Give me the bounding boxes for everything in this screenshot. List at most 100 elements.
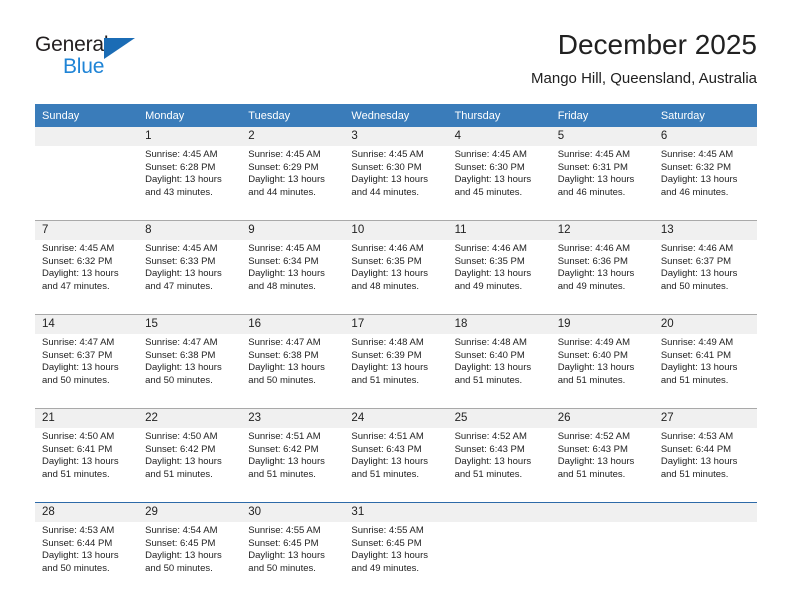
day-number-empty	[35, 127, 139, 146]
day-number-1[interactable]: 1	[138, 127, 242, 146]
day-cell-13[interactable]: Sunrise: 4:46 AM Sunset: 6:37 PM Daylight:…	[653, 240, 757, 314]
day-number-26[interactable]: 26	[550, 409, 654, 428]
sunset-text: Sunset: 6:32 PM	[42, 255, 113, 267]
sunset-text: Sunset: 6:44 PM	[42, 537, 113, 549]
day-number-7[interactable]: 7	[35, 221, 139, 240]
day-number-4[interactable]: 4	[447, 127, 551, 146]
day-cell-10[interactable]: Sunrise: 4:46 AM Sunset: 6:35 PM Daylight:…	[344, 240, 448, 314]
daylight-text-2: and 51 minutes.	[557, 468, 626, 480]
day-number-15[interactable]: 15	[138, 315, 242, 334]
daylight-text-2: and 46 minutes.	[660, 186, 729, 198]
day-number-14[interactable]: 14	[35, 315, 139, 334]
day-cell-27[interactable]: Sunrise: 4:53 AM Sunset: 6:44 PM Daylight:…	[653, 428, 757, 502]
day-number-23[interactable]: 23	[241, 409, 345, 428]
week-daynumber-row: 123456	[35, 127, 757, 146]
day-cell-7[interactable]: Sunrise: 4:45 AM Sunset: 6:32 PM Daylight:…	[35, 240, 139, 314]
day-number-9[interactable]: 9	[241, 221, 345, 240]
sunrise-text: Sunrise: 4:55 AM	[351, 525, 424, 536]
day-number-16[interactable]: 16	[241, 315, 345, 334]
daylight-text-1: Daylight: 13 hours	[42, 362, 119, 374]
daylight-text-1: Daylight: 13 hours	[42, 456, 119, 468]
day-number-12[interactable]: 12	[550, 221, 654, 240]
day-cell-18[interactable]: Sunrise: 4:48 AM Sunset: 6:40 PM Daylight:…	[447, 334, 551, 408]
calendar-body: 1 2 3 4 5 6 Sunrise: 4:45 AM Sunset: 6:28 PM Day…	[35, 127, 757, 596]
sunset-text: Sunset: 6:36 PM	[557, 255, 628, 267]
sunset-text: Sunset: 6:35 PM	[351, 255, 422, 267]
day-cell-23[interactable]: Sunrise: 4:51 AM Sunset: 6:42 PM Daylight:…	[241, 428, 345, 502]
day-cell-3[interactable]: Sunrise: 4:45 AM Sunset: 6:30 PM Daylight:…	[344, 146, 448, 220]
day-cell-8[interactable]: Sunrise: 4:45 AM Sunset: 6:33 PM Daylight:…	[138, 240, 242, 314]
day-cell-24[interactable]: Sunrise: 4:51 AM Sunset: 6:43 PM Daylight:…	[344, 428, 448, 502]
daylight-text-2: and 51 minutes.	[454, 374, 523, 386]
day-number-3[interactable]: 3	[344, 127, 448, 146]
day-number-17[interactable]: 17	[344, 315, 448, 334]
day-cell-21[interactable]: Sunrise: 4:50 AM Sunset: 6:41 PM Daylight:…	[35, 428, 139, 502]
day-number-8[interactable]: 8	[138, 221, 242, 240]
daylight-text-1: Daylight: 13 hours	[145, 456, 222, 468]
day-number-28[interactable]: 28	[35, 503, 139, 522]
day-cell-empty	[447, 522, 551, 596]
day-cell-31[interactable]: Sunrise: 4:55 AM Sunset: 6:45 PM Daylight:…	[344, 522, 448, 596]
day-cell-30[interactable]: Sunrise: 4:55 AM Sunset: 6:45 PM Daylight:…	[241, 522, 345, 596]
day-cell-9[interactable]: Sunrise: 4:45 AM Sunset: 6:34 PM Daylight:…	[241, 240, 345, 314]
day-cell-5[interactable]: Sunrise: 4:45 AM Sunset: 6:31 PM Daylight:…	[550, 146, 654, 220]
day-number-30[interactable]: 30	[241, 503, 345, 522]
day-number-21[interactable]: 21	[35, 409, 139, 428]
day-cell-4[interactable]: Sunrise: 4:45 AM Sunset: 6:30 PM Daylight:…	[447, 146, 551, 220]
day-number-5[interactable]: 5	[550, 127, 654, 146]
daylight-text-1: Daylight: 13 hours	[351, 174, 428, 186]
day-cell-22[interactable]: Sunrise: 4:50 AM Sunset: 6:42 PM Daylight:…	[138, 428, 242, 502]
calendar-container: Sunday Monday Tuesday Wednesday Thursday Frid…	[35, 104, 757, 596]
sunset-text: Sunset: 6:32 PM	[660, 161, 732, 173]
day-cell-17[interactable]: Sunrise: 4:48 AM Sunset: 6:39 PM Daylight:…	[344, 334, 448, 408]
sunset-text: Sunset: 6:34 PM	[248, 255, 319, 267]
day-cell-14[interactable]: Sunrise: 4:47 AM Sunset: 6:37 PM Daylight:…	[35, 334, 139, 408]
day-cell-16[interactable]: Sunrise: 4:47 AM Sunset: 6:38 PM Daylight:…	[241, 334, 345, 408]
day-number-22[interactable]: 22	[138, 409, 242, 428]
daylight-text-1: Daylight: 13 hours	[248, 362, 325, 374]
daylight-text-2: and 51 minutes.	[351, 468, 420, 480]
day-cell-15[interactable]: Sunrise: 4:47 AM Sunset: 6:38 PM Daylight:…	[138, 334, 242, 408]
day-cell-12[interactable]: Sunrise: 4:46 AM Sunset: 6:36 PM Daylight:…	[550, 240, 654, 314]
day-cell-1[interactable]: Sunrise: 4:45 AM Sunset: 6:28 PM Daylight:…	[138, 146, 242, 220]
daylight-text-2: and 50 minutes.	[145, 562, 213, 574]
sunrise-text: Sunrise: 4:45 AM	[248, 149, 321, 160]
daylight-text-1: Daylight: 13 hours	[557, 268, 635, 280]
sunset-text: Sunset: 6:42 PM	[145, 443, 216, 455]
day-number-29[interactable]: 29	[138, 503, 242, 522]
day-cell-25[interactable]: Sunrise: 4:52 AM Sunset: 6:43 PM Daylight:…	[447, 428, 551, 502]
day-cell-28[interactable]: Sunrise: 4:53 AM Sunset: 6:44 PM Daylight:…	[35, 522, 139, 596]
daylight-text-1: Daylight: 13 hours	[351, 550, 428, 562]
day-number-10[interactable]: 10	[344, 221, 448, 240]
day-number-25[interactable]: 25	[447, 409, 551, 428]
daylight-text-2: and 50 minutes.	[42, 374, 110, 386]
day-number-24[interactable]: 24	[344, 409, 448, 428]
day-cell-empty	[653, 522, 757, 596]
sunrise-text: Sunrise: 4:52 AM	[454, 431, 527, 442]
day-number-11[interactable]: 11	[447, 221, 551, 240]
sunset-text: Sunset: 6:30 PM	[351, 161, 422, 173]
day-cell-6[interactable]: Sunrise: 4:45 AM Sunset: 6:32 PM Daylight:…	[653, 146, 757, 220]
day-number-27[interactable]: 27	[653, 409, 757, 428]
day-number-19[interactable]: 19	[550, 315, 654, 334]
day-cell-11[interactable]: Sunrise: 4:46 AM Sunset: 6:35 PM Daylight:…	[447, 240, 551, 314]
day-number-20[interactable]: 20	[653, 315, 757, 334]
daylight-text-1: Daylight: 13 hours	[660, 268, 738, 280]
day-cell-26[interactable]: Sunrise: 4:52 AM Sunset: 6:43 PM Daylight:…	[550, 428, 654, 502]
day-number-13[interactable]: 13	[653, 221, 757, 240]
day-number-18[interactable]: 18	[447, 315, 551, 334]
weekday-header-friday: Friday	[550, 104, 654, 127]
sunset-text: Sunset: 6:41 PM	[660, 349, 732, 361]
sunset-text: Sunset: 6:33 PM	[145, 255, 216, 267]
daylight-text-2: and 47 minutes.	[145, 280, 213, 292]
day-number-31[interactable]: 31	[344, 503, 448, 522]
day-cell-20[interactable]: Sunrise: 4:49 AM Sunset: 6:41 PM Daylight:…	[653, 334, 757, 408]
day-cell-2[interactable]: Sunrise: 4:45 AM Sunset: 6:29 PM Daylight:…	[241, 146, 345, 220]
day-cell-29[interactable]: Sunrise: 4:54 AM Sunset: 6:45 PM Daylight:…	[138, 522, 242, 596]
weekday-header: Sunday Monday Tuesday Wednesday Thursday Frid…	[35, 104, 757, 127]
sunset-text: Sunset: 6:30 PM	[454, 161, 525, 173]
day-cell-19[interactable]: Sunrise: 4:49 AM Sunset: 6:40 PM Daylight:…	[550, 334, 654, 408]
day-number-6[interactable]: 6	[653, 127, 757, 146]
day-number-2[interactable]: 2	[241, 127, 345, 146]
sunrise-text: Sunrise: 4:45 AM	[42, 243, 115, 254]
